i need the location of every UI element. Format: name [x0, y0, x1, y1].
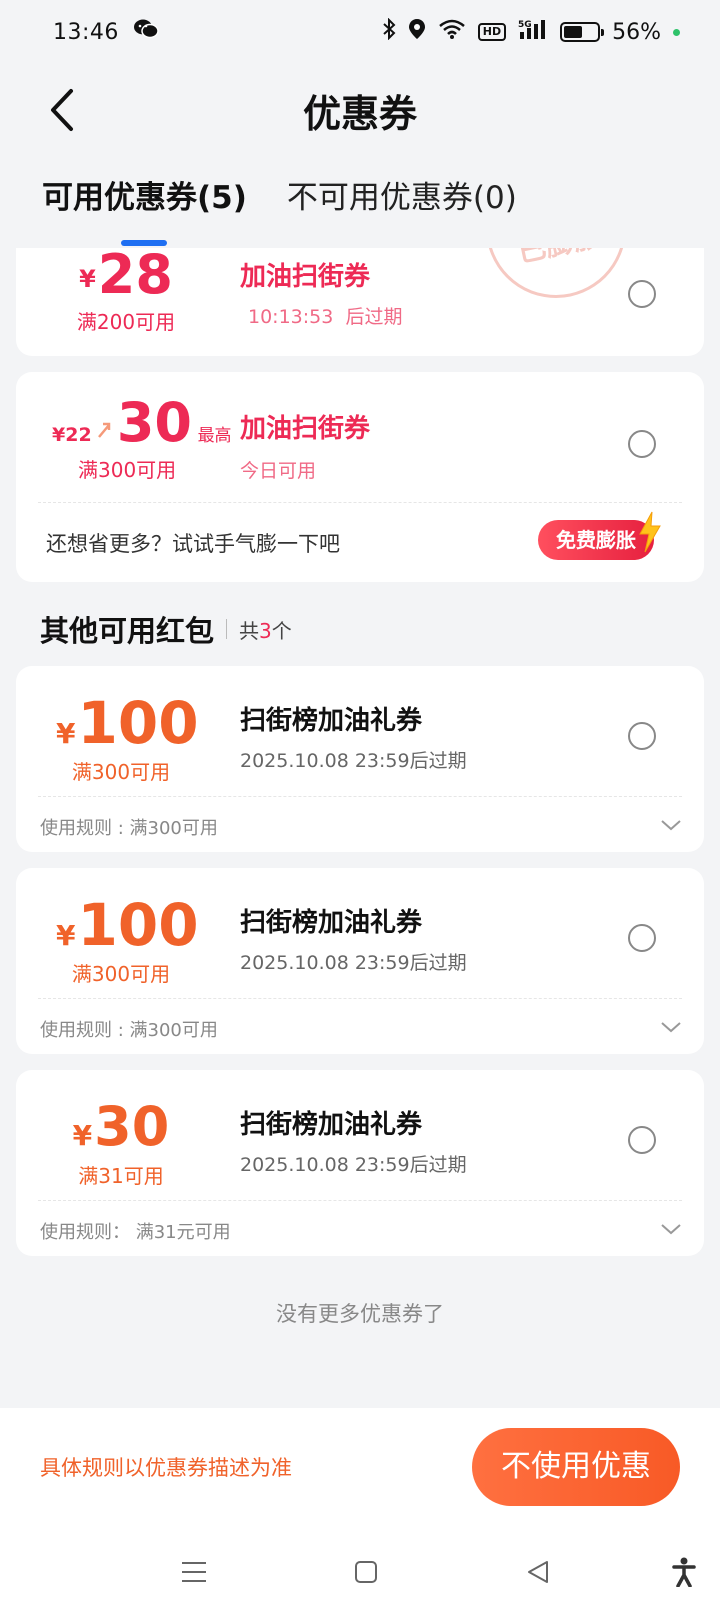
- back-button[interactable]: [40, 84, 84, 136]
- section-count: 共3个: [239, 618, 292, 643]
- hd-badge: HD: [477, 23, 507, 41]
- coupon-card[interactable]: ¥100 满300可用 扫街榜加油礼券 2025.10.08 23:59后过期 …: [16, 666, 704, 852]
- chevron-down-icon[interactable]: [660, 818, 682, 832]
- coupon-title: 扫街榜加油礼券: [240, 706, 423, 736]
- coupon-radio[interactable]: [628, 924, 656, 952]
- coupon-expiry: 2025.10.08 23:59后过期: [240, 952, 467, 974]
- coupon-amount: ¥100 满300可用: [56, 689, 199, 784]
- coupon-countdown: 10:13:53 后过期: [248, 306, 403, 328]
- coupon-amount: ¥30 满31可用: [72, 1095, 170, 1189]
- coupon-title: 扫街榜加油礼券: [240, 908, 423, 938]
- coupon-amount: ¥22 30 最高 满300可用: [52, 391, 232, 483]
- up-arrow-icon: [98, 422, 111, 438]
- section-title: 其他可用红包: [40, 614, 215, 648]
- home-button[interactable]: [346, 1554, 386, 1590]
- accessibility-icon: [672, 1557, 696, 1587]
- no-discount-button[interactable]: 不使用优惠: [472, 1428, 680, 1506]
- lightning-icon: [639, 511, 661, 553]
- system-nav-bar: [0, 1532, 720, 1612]
- boosted-stamp: 已膨胀: [472, 248, 640, 312]
- boost-prompt: 还想省更多？试试手气膨一下吧: [46, 532, 340, 556]
- coupon-list[interactable]: 已膨胀 ¥28 满200可用 加油扫街券 10:13:53 后过期 ¥22 30…: [0, 248, 720, 1408]
- privacy-indicator: [673, 28, 680, 36]
- tab-available[interactable]: 可用优惠券(5): [42, 168, 247, 228]
- chevron-down-icon[interactable]: [660, 1222, 682, 1236]
- wifi-icon: [438, 18, 466, 46]
- status-time: 13:46: [53, 19, 119, 45]
- coupon-title: 加油扫街券: [240, 262, 371, 292]
- tab-unavailable[interactable]: 不可用优惠券(0): [287, 168, 517, 228]
- wechat-icon: [133, 18, 159, 46]
- coupon-amount: ¥100 满300可用: [56, 891, 199, 986]
- back-triangle-icon: [528, 1561, 548, 1583]
- rules-note: 具体规则以优惠券描述为准: [40, 1456, 292, 1480]
- back-nav-button[interactable]: [518, 1554, 558, 1590]
- coupon-radio[interactable]: [628, 280, 656, 308]
- coupon-rule: 使用规则 : 满300可用: [40, 818, 218, 839]
- coupon-title: 扫街榜加油礼券: [240, 1110, 423, 1140]
- home-icon: [355, 1561, 377, 1583]
- status-bar: 13:46 HD 5G 56%: [0, 0, 720, 64]
- battery-percent: 56%: [612, 19, 661, 45]
- coupon-card-featured[interactable]: 已膨胀 ¥28 满200可用 加油扫街券 10:13:53 后过期: [16, 248, 704, 356]
- coupon-title: 加油扫街券: [240, 414, 371, 444]
- coupon-radio[interactable]: [628, 722, 656, 750]
- coupon-rule: 使用规则 : 满300可用: [40, 1020, 218, 1041]
- menu-button[interactable]: [174, 1554, 214, 1590]
- no-more-label: 没有更多优惠券了: [276, 1302, 444, 1326]
- back-arrow-icon: [51, 89, 73, 131]
- coupon-rule: 使用规则： 满31元可用: [40, 1222, 231, 1243]
- location-icon: [408, 18, 426, 46]
- bottom-bar: 具体规则以优惠券描述为准 不使用优惠: [0, 1408, 720, 1532]
- coupon-card[interactable]: ¥100 满300可用 扫街榜加油礼券 2025.10.08 23:59后过期 …: [16, 868, 704, 1054]
- coupon-radio[interactable]: [628, 1126, 656, 1154]
- battery-icon: [560, 22, 605, 42]
- coupon-amount: ¥28 满200可用: [76, 248, 176, 334]
- coupon-radio[interactable]: [628, 430, 656, 458]
- coupon-card-featured[interactable]: ¥22 30 最高 满300可用 加油扫街券 今日可用 还想省更多？试试手气膨一…: [16, 372, 704, 582]
- coupon-expiry: 2025.10.08 23:59后过期: [240, 1154, 467, 1176]
- accessibility-button[interactable]: [664, 1554, 704, 1590]
- page-title: 优惠券: [302, 91, 417, 136]
- other-section-header: 其他可用红包 共3个: [40, 608, 292, 650]
- menu-icon: [182, 1562, 206, 1582]
- coupon-expiry: 2025.10.08 23:59后过期: [240, 750, 467, 772]
- coupon-validity: 今日可用: [240, 460, 317, 482]
- bluetooth-icon: [382, 17, 396, 46]
- tab-bar: 可用优惠券(5) 不可用优惠券(0): [0, 168, 720, 246]
- header: 优惠券: [0, 72, 720, 148]
- signal-icon: 5G: [518, 18, 548, 46]
- chevron-down-icon[interactable]: [660, 1020, 682, 1034]
- coupon-card[interactable]: ¥30 满31可用 扫街榜加油礼券 2025.10.08 23:59后过期 使用…: [16, 1070, 704, 1256]
